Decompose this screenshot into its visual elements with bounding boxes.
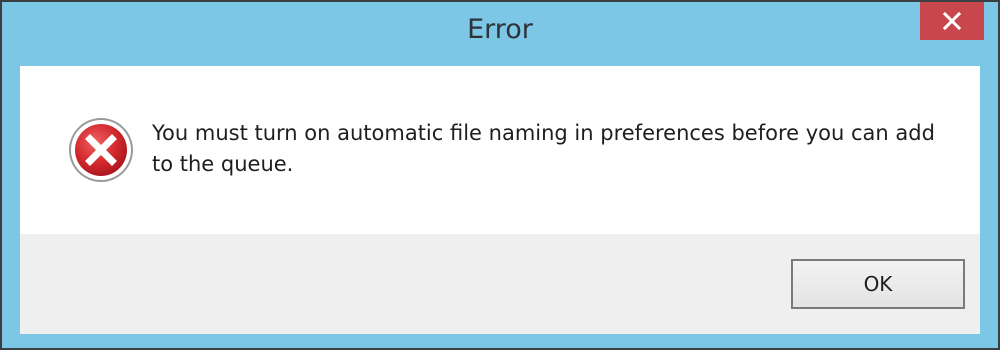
error-dialog-window: Error You must turn on automatic file na… [0,0,1000,350]
error-icon [69,118,133,182]
button-bar: OK [20,234,980,334]
error-message: You must turn on automatic file naming i… [152,121,935,176]
message-area: You must turn on automatic file naming i… [20,66,980,234]
title-bar[interactable]: Error [2,2,998,66]
ok-button[interactable]: OK [791,259,965,309]
window-title: Error [467,14,533,45]
close-icon [943,12,961,30]
dialog-client-area: You must turn on automatic file naming i… [20,66,980,334]
close-button[interactable] [920,2,984,40]
